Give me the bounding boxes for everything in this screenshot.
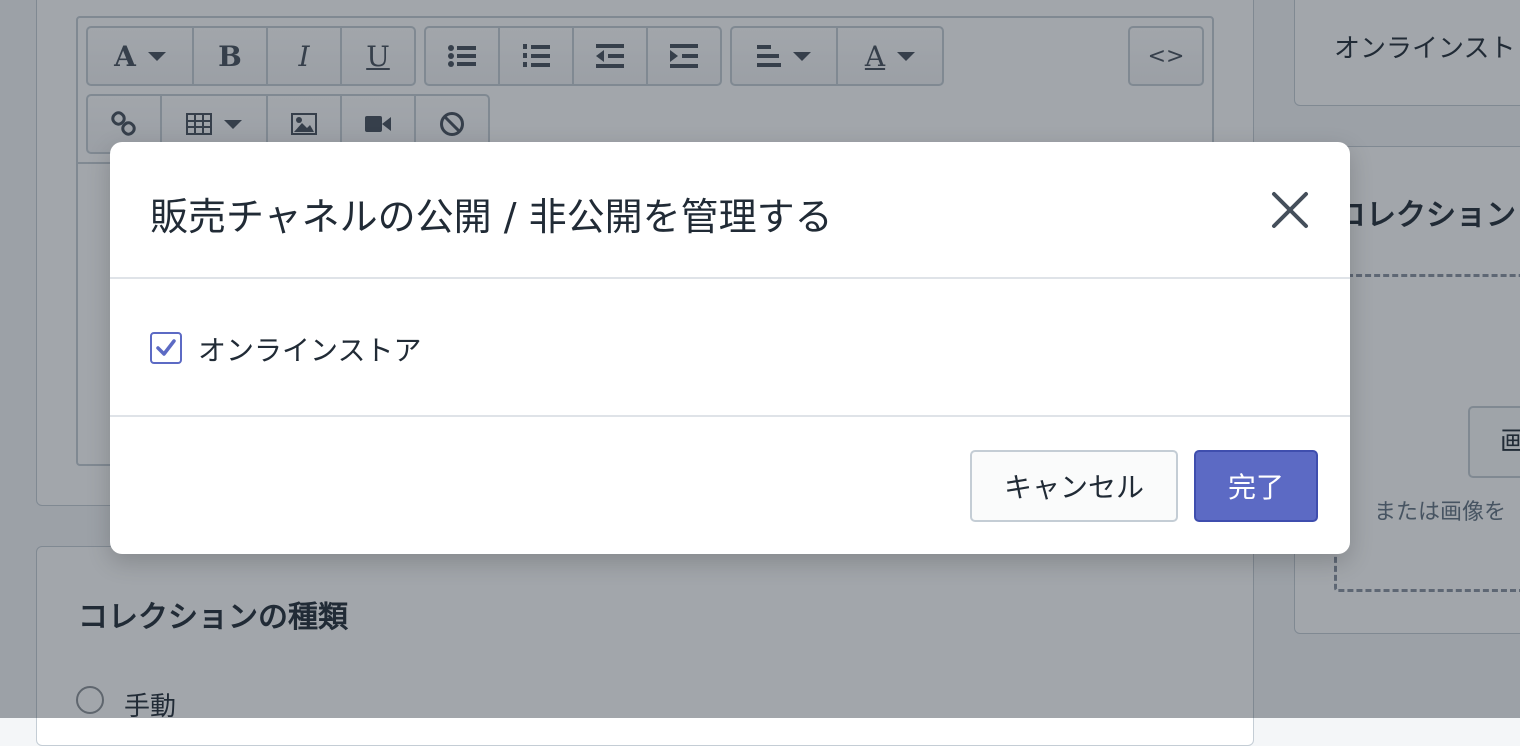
online-store-checkbox[interactable]	[150, 332, 182, 364]
modal-footer-divider	[110, 415, 1350, 417]
online-store-label: オンラインストア	[198, 334, 422, 367]
cancel-button[interactable]: キャンセル	[970, 450, 1178, 522]
checkmark-icon	[156, 339, 176, 356]
modal-header-divider	[110, 277, 1350, 279]
done-button[interactable]: 完了	[1194, 450, 1318, 522]
manage-channels-modal: 販売チャネルの公開 / 非公開を管理する オンラインストア キャンセル 完了	[110, 142, 1350, 554]
close-icon[interactable]	[1268, 188, 1312, 232]
modal-title: 販売チャネルの公開 / 非公開を管理する	[150, 195, 833, 239]
